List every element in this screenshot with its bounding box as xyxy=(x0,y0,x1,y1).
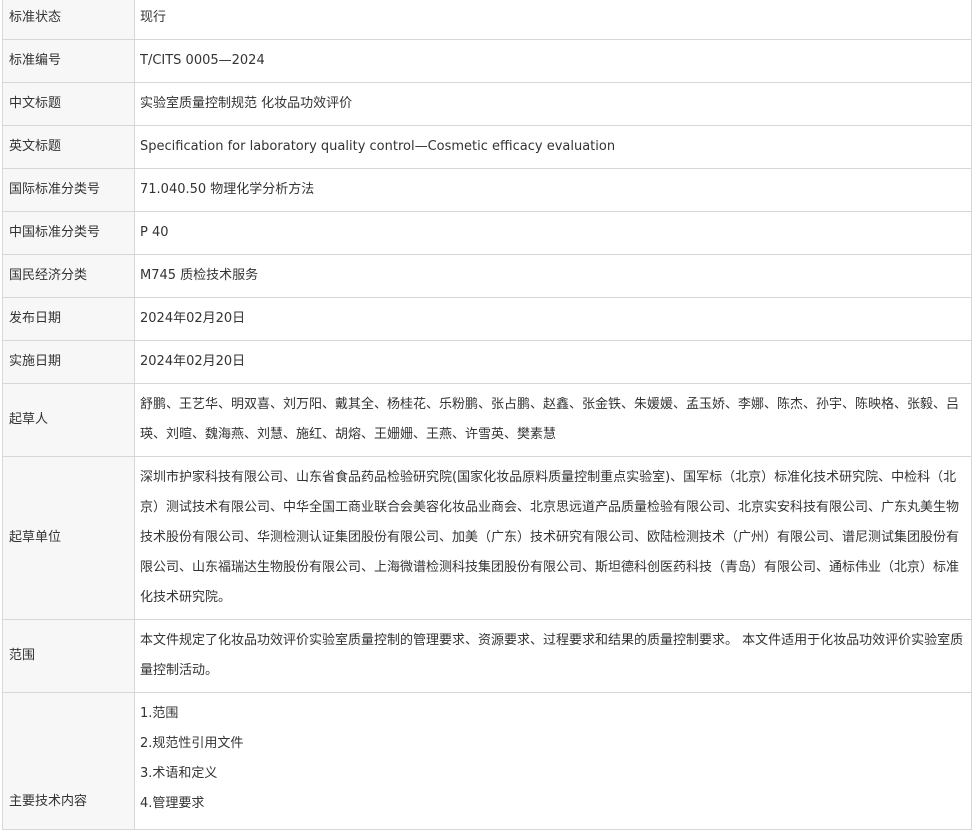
row-main-content: 主要技术内容 1.范围 2.规范性引用文件 3.术语和定义 4.管理要求 xyxy=(2,692,972,830)
field-value: T/CITS 0005—2024 xyxy=(134,39,972,83)
field-label: 实施日期 xyxy=(2,340,135,384)
content-item: 3.术语和定义 xyxy=(140,766,218,781)
row-publish-date: 发布日期 2024年02月20日 xyxy=(2,297,972,341)
row-scope: 范围 本文件规定了化妆品功效评价实验室质量控制的管理要求、资源要求、过程要求和结… xyxy=(2,619,972,693)
row-english-title: 英文标题 Specification for laboratory qualit… xyxy=(2,125,972,169)
row-chinese-title: 中文标题 实验室质量控制规范 化妆品功效评价 xyxy=(2,82,972,126)
row-ccs: 中国标准分类号 P 40 xyxy=(2,211,972,255)
field-label: 起草人 xyxy=(2,383,135,457)
field-label: 国际标准分类号 xyxy=(2,168,135,212)
field-value: 本文件规定了化妆品功效评价实验室质量控制的管理要求、资源要求、过程要求和结果的质… xyxy=(134,619,972,693)
field-label: 中国标准分类号 xyxy=(2,211,135,255)
row-drafting-units: 起草单位 深圳市护家科技有限公司、山东省食品药品检验研究院(国家化妆品原料质量控… xyxy=(2,456,972,620)
content-item: 4.管理要求 xyxy=(140,796,205,811)
field-label: 标准编号 xyxy=(2,39,135,83)
row-status: 标准状态 现行 xyxy=(2,0,972,40)
field-label: 主要技术内容 xyxy=(2,692,135,830)
field-value: 舒鹏、王艺华、明双喜、刘万阳、戴其全、杨桂花、乐粉鹏、张占鹏、赵鑫、张金铁、朱媛… xyxy=(134,383,972,457)
field-label: 标准状态 xyxy=(2,0,135,40)
field-label: 英文标题 xyxy=(2,125,135,169)
field-label: 中文标题 xyxy=(2,82,135,126)
content-item: 1.范围 xyxy=(140,706,179,721)
field-value: 实验室质量控制规范 化妆品功效评价 xyxy=(134,82,972,126)
field-value: 深圳市护家科技有限公司、山东省食品药品检验研究院(国家化妆品原料质量控制重点实验… xyxy=(134,456,972,620)
row-standard-number: 标准编号 T/CITS 0005—2024 xyxy=(2,39,972,83)
field-label: 国民经济分类 xyxy=(2,254,135,298)
content-item: 2.规范性引用文件 xyxy=(140,736,244,751)
field-label: 起草单位 xyxy=(2,456,135,620)
field-value: M745 质检技术服务 xyxy=(134,254,972,298)
row-ics: 国际标准分类号 71.040.50 物理化学分析方法 xyxy=(2,168,972,212)
field-value: 现行 xyxy=(134,0,972,40)
field-value: 71.040.50 物理化学分析方法 xyxy=(134,168,972,212)
standard-info-table: 标准状态 现行 标准编号 T/CITS 0005—2024 中文标题 实验室质量… xyxy=(2,0,972,830)
row-implement-date: 实施日期 2024年02月20日 xyxy=(2,340,972,384)
row-economic-classification: 国民经济分类 M745 质检技术服务 xyxy=(2,254,972,298)
field-value: 2024年02月20日 xyxy=(134,297,972,341)
field-value: Specification for laboratory quality con… xyxy=(134,125,972,169)
field-label: 范围 xyxy=(2,619,135,693)
content-list: 1.范围 2.规范性引用文件 3.术语和定义 4.管理要求 xyxy=(134,692,972,830)
field-value: 2024年02月20日 xyxy=(134,340,972,384)
field-value: P 40 xyxy=(134,211,972,255)
field-label: 发布日期 xyxy=(2,297,135,341)
row-drafters: 起草人 舒鹏、王艺华、明双喜、刘万阳、戴其全、杨桂花、乐粉鹏、张占鹏、赵鑫、张金… xyxy=(2,383,972,457)
